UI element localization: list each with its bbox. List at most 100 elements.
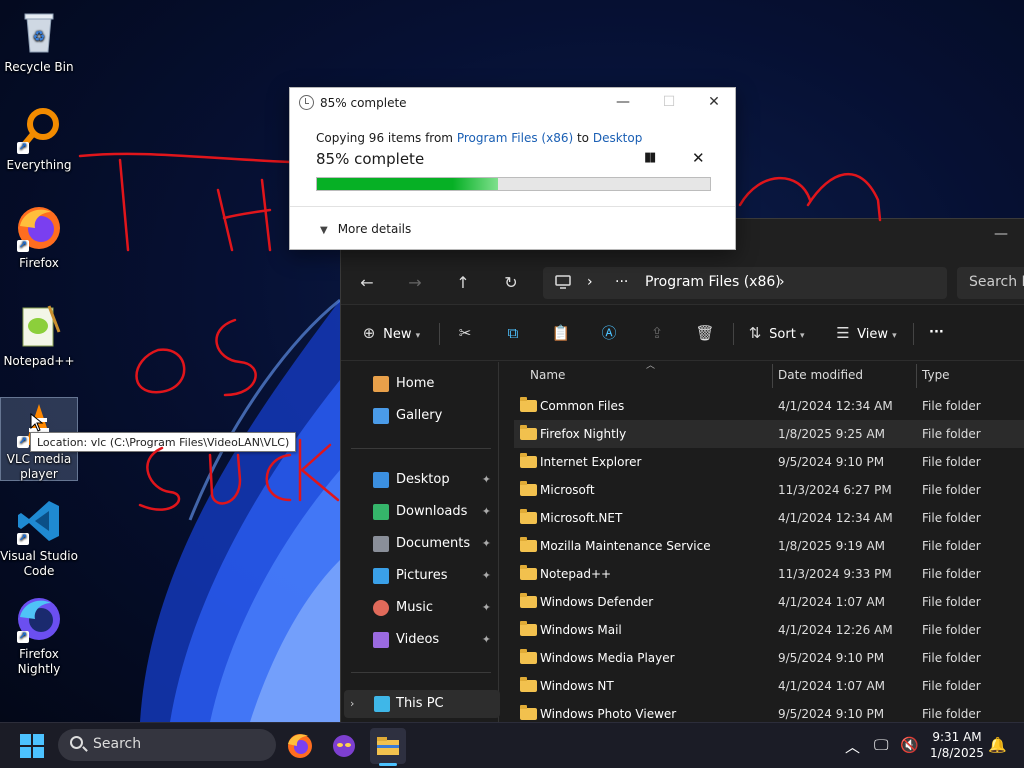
back-button[interactable]: ←	[353, 269, 381, 297]
folder-icon	[520, 453, 537, 468]
nav-item-videos[interactable]: Videos ✦	[341, 626, 497, 654]
file-row[interactable]: Firefox Nightly 1/8/2025 9:25 AM File fold…	[514, 420, 1024, 448]
file-name: Microsoft	[540, 483, 595, 497]
system-clock[interactable]: 9:31 AM 1/8/2025	[922, 729, 992, 761]
taskbar-search-box[interactable]: Search	[58, 729, 276, 761]
rename-button[interactable]: Ⓐ	[599, 319, 619, 347]
nav-item-documents[interactable]: Documents ✦	[341, 530, 497, 558]
sort-button[interactable]: ⇅ Sort ▾	[745, 319, 805, 347]
file-row[interactable]: Microsoft.NET 4/1/2024 12:34 AM File folde…	[514, 504, 1024, 532]
pin-icon[interactable]: ✦	[482, 626, 491, 654]
column-divider[interactable]	[772, 364, 773, 388]
show-hidden-icons-chevron-icon[interactable]: ︿	[845, 736, 860, 757]
copy-button[interactable]: ⧉	[503, 319, 523, 347]
nav-item-desktop[interactable]: Desktop ✦	[341, 466, 497, 494]
nav-item-this-pc[interactable]: › This PC	[344, 690, 500, 718]
file-row[interactable]: Windows Defender 4/1/2024 1:07 AM File fol…	[514, 588, 1024, 616]
column-header-date[interactable]: Date modified	[778, 368, 863, 382]
search-input[interactable]: Search Program Files (x86)	[957, 267, 1024, 299]
mask-app-icon	[333, 735, 355, 757]
file-row[interactable]: Microsoft 11/3/2024 6:27 PM File folder	[514, 476, 1024, 504]
nav-item-downloads[interactable]: Downloads ✦	[341, 498, 497, 526]
file-type: File folder	[922, 511, 981, 525]
nav-item-pictures[interactable]: Pictures ✦	[341, 562, 497, 590]
file-row[interactable]: Common Files 4/1/2024 12:34 AM File folder	[514, 392, 1024, 420]
copy-progress-bar	[316, 177, 711, 191]
file-type: File folder	[922, 427, 981, 441]
file-type: File folder	[922, 567, 981, 581]
desktop-icon-label: Firefox	[19, 256, 59, 270]
file-type: File folder	[922, 455, 981, 469]
explorer-minimize-button[interactable]: —	[978, 219, 1024, 259]
desktop-icon-notepad-plus-plus[interactable]: Notepad++	[0, 302, 78, 369]
breadcrumb-current[interactable]: Program Files (x86)	[645, 274, 781, 290]
destination-folder-link[interactable]: Desktop	[593, 131, 643, 145]
cancel-copy-button[interactable]: ✕	[692, 149, 705, 167]
file-row[interactable]: Mozilla Maintenance Service 1/8/2025 9:19…	[514, 532, 1024, 560]
view-label: View	[857, 327, 888, 342]
forward-button[interactable]: →	[401, 269, 429, 297]
file-row[interactable]: Windows NT 4/1/2024 1:07 AM File folder	[514, 672, 1024, 700]
sort-ascending-icon: ︿	[646, 361, 656, 371]
chevron-right-icon[interactable]: ›	[350, 690, 354, 718]
file-row[interactable]: Internet Explorer 9/5/2024 9:10 PM File fo…	[514, 448, 1024, 476]
file-row[interactable]: Windows Mail 4/1/2024 12:26 AM File folder	[514, 616, 1024, 644]
file-row[interactable]: Windows Photo Viewer 9/5/2024 9:10 PM File…	[514, 700, 1024, 722]
start-button[interactable]	[20, 734, 44, 758]
file-row[interactable]: Windows Media Player 9/5/2024 9:10 PM File…	[514, 644, 1024, 672]
chevron-down-icon: ▼	[320, 225, 328, 236]
paste-button[interactable]: 📋	[551, 319, 571, 347]
desktop-icon-firefox-nightly[interactable]: ↗ Firefox Nightly	[0, 595, 78, 677]
share-icon: ⇪	[650, 324, 664, 342]
file-row[interactable]: Notepad++ 11/3/2024 9:33 PM File folder	[514, 560, 1024, 588]
message-prefix: Copying 96 items from	[316, 131, 457, 145]
more-details-toggle[interactable]: ▼ More details	[320, 222, 411, 236]
refresh-button[interactable]: ↻	[497, 269, 525, 297]
desktop-icon-everything[interactable]: ↗ Everything	[0, 106, 78, 173]
taskbar-file-explorer-button[interactable]	[370, 728, 406, 766]
pin-icon[interactable]: ✦	[482, 466, 491, 494]
pin-icon[interactable]: ✦	[482, 594, 491, 622]
column-header-type[interactable]: Type	[922, 368, 950, 382]
network-icon[interactable]: 🖵	[874, 736, 888, 754]
pin-icon[interactable]: ✦	[482, 562, 491, 590]
file-name: Windows NT	[540, 679, 614, 693]
view-button[interactable]: ☰ View ▾	[833, 319, 897, 347]
volume-muted-icon[interactable]: 🔇	[900, 736, 919, 754]
file-date-modified: 4/1/2024 12:34 AM	[778, 399, 893, 413]
folder-icon	[520, 565, 537, 580]
source-folder-link[interactable]: Program Files (x86)	[457, 131, 573, 145]
dialog-minimize-button[interactable]: —	[600, 88, 646, 118]
pin-icon[interactable]: ✦	[482, 498, 491, 526]
up-button[interactable]: ↑	[449, 269, 477, 297]
nav-item-music[interactable]: Music ✦	[341, 594, 497, 622]
column-header-name[interactable]: Name	[530, 368, 565, 382]
address-bar[interactable]: › ··· Program Files (x86) ›	[543, 267, 947, 299]
nav-item-label: Home	[396, 376, 435, 391]
nav-item-gallery[interactable]: Gallery	[341, 402, 497, 430]
dialog-close-button[interactable]: ✕	[691, 88, 737, 118]
pin-icon[interactable]: ✦	[482, 530, 491, 558]
file-type: File folder	[922, 539, 981, 553]
cut-button[interactable]: ✂	[455, 319, 475, 347]
dialog-titlebar[interactable]: 85% complete — ☐ ✕	[290, 88, 735, 118]
column-divider[interactable]	[916, 364, 917, 388]
notification-bell-icon[interactable]: 🔔	[988, 736, 1007, 754]
more-options-button[interactable]: ···	[929, 319, 944, 347]
file-date-modified: 4/1/2024 1:07 AM	[778, 679, 886, 693]
new-button[interactable]: ⊕ New ▾	[359, 319, 420, 347]
desktop-icon-recycle-bin[interactable]: ♻ Recycle Bin	[0, 8, 78, 75]
breadcrumb-chevron-icon[interactable]: ›	[779, 274, 785, 290]
nav-item-home[interactable]: Home	[341, 370, 497, 398]
breadcrumb-more-button[interactable]: ···	[615, 274, 628, 290]
taskbar-app-button[interactable]	[326, 728, 362, 764]
pause-button[interactable]: ▮▮	[644, 150, 656, 165]
notepad-plus-plus-icon	[15, 302, 63, 350]
share-button[interactable]: ⇪	[647, 319, 667, 347]
taskbar-firefox-button[interactable]	[282, 728, 318, 764]
breadcrumb-chevron-icon: ›	[587, 274, 593, 290]
desktop-icon-firefox[interactable]: ↗ Firefox	[0, 204, 78, 271]
chevron-down-icon: ▾	[892, 331, 897, 341]
delete-button[interactable]: 🗑	[695, 319, 715, 347]
desktop-icon-vscode[interactable]: ↗ Visual Studio Code	[0, 497, 78, 579]
